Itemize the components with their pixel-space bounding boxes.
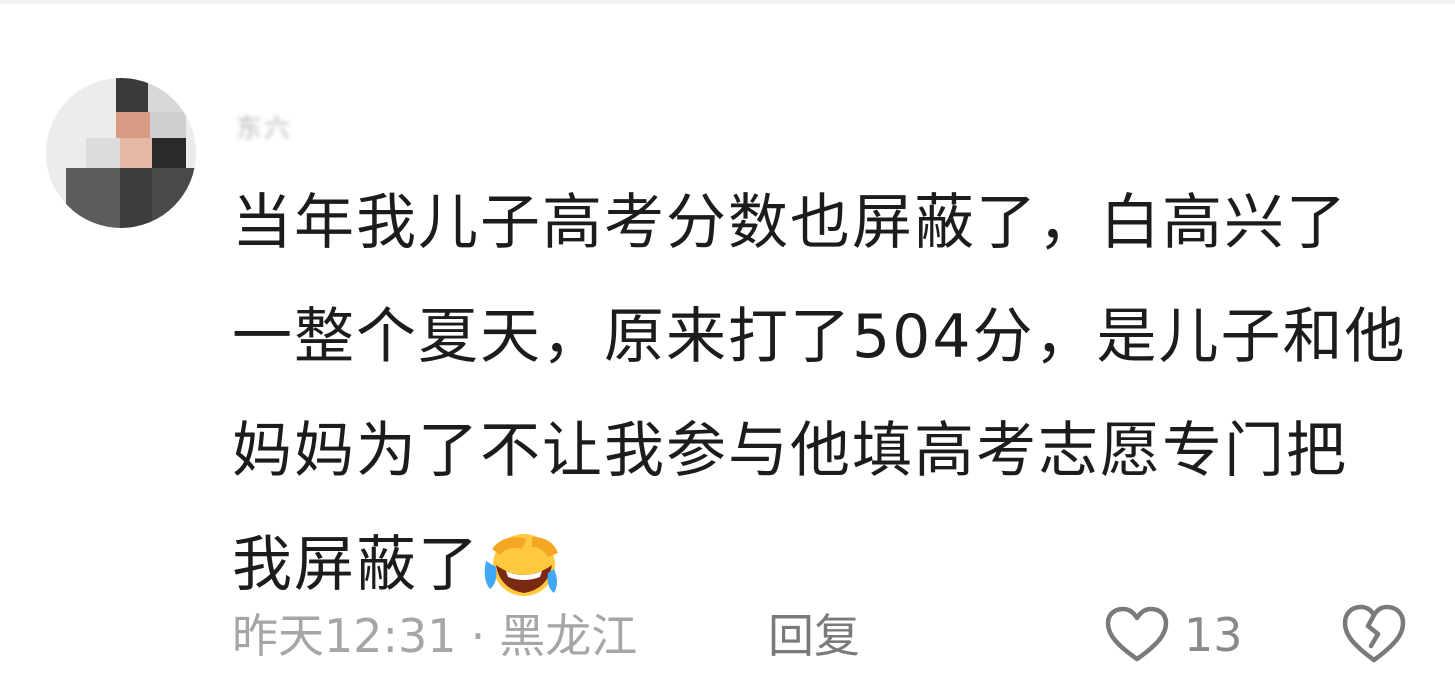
comment-text: 当年我儿子高考分数也屏蔽了，白高兴了 一整个夏天，原来打了504分，是儿子和他 … xyxy=(232,166,1432,622)
divider xyxy=(0,0,1455,4)
comment-location: 黑龙江 xyxy=(499,609,638,663)
like-count: 13 xyxy=(1184,608,1243,662)
heart-outline-icon xyxy=(1105,606,1169,662)
comment-line: 妈妈为了不让我参与他填高考志愿专门把 xyxy=(232,416,1348,486)
avatar[interactable] xyxy=(46,78,196,228)
reply-button[interactable]: 回复 xyxy=(768,600,860,666)
username[interactable]: 东六 xyxy=(236,108,292,145)
comment-line-text: 我屏蔽了 xyxy=(232,530,480,600)
comment-item: 东六 当年我儿子高考分数也屏蔽了，白高兴了 一整个夏天，原来打了504分，是儿子… xyxy=(0,0,1455,700)
laughing-crying-emoji-icon xyxy=(484,534,558,596)
comment-meta: 昨天12:31 · 黑龙江 xyxy=(232,600,637,666)
broken-heart-icon[interactable] xyxy=(1340,602,1408,666)
comment-time: 昨天12:31 xyxy=(232,609,457,663)
comment-line: 一整个夏天，原来打了504分，是儿子和他 xyxy=(232,302,1407,372)
comment-line: 当年我儿子高考分数也屏蔽了，白高兴了 xyxy=(232,188,1348,258)
meta-separator: · xyxy=(470,609,486,663)
like-button[interactable]: 13 xyxy=(1104,600,1243,670)
